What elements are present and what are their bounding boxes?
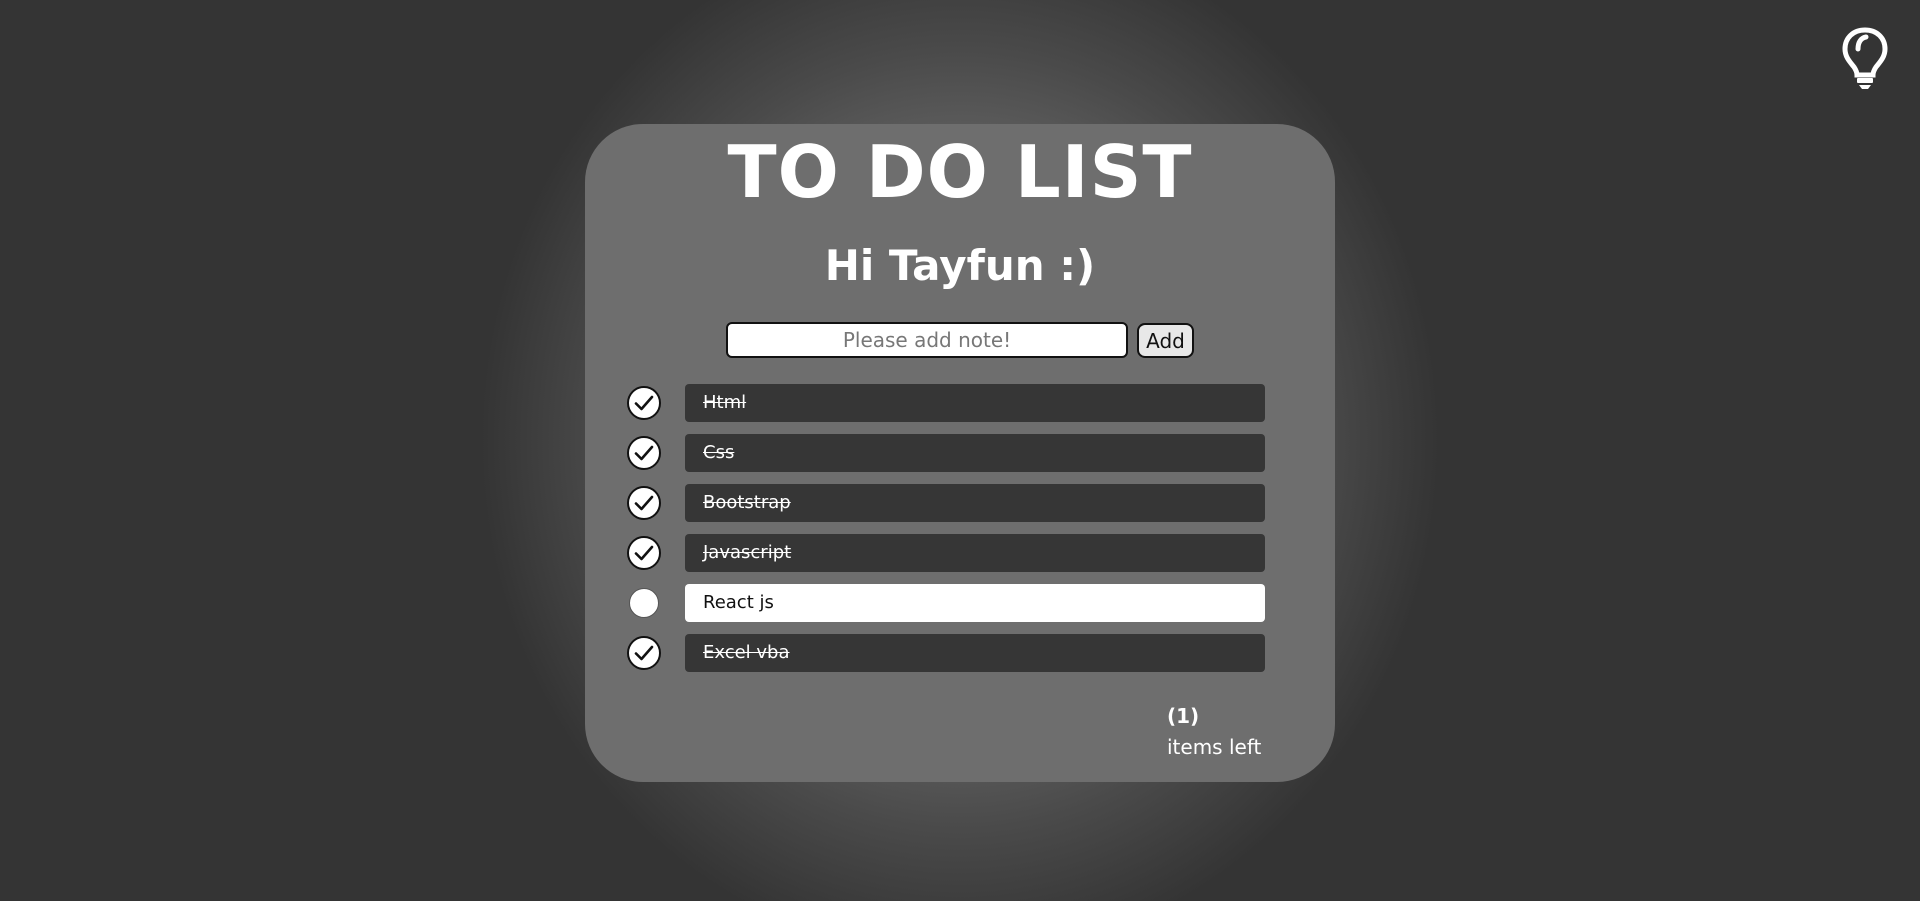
check-icon[interactable] bbox=[627, 386, 661, 420]
check-icon[interactable] bbox=[627, 436, 661, 470]
page-title: TO DO LIST bbox=[727, 130, 1193, 214]
lightbulb-icon[interactable] bbox=[1841, 26, 1889, 90]
empty-circle-icon[interactable] bbox=[629, 588, 659, 618]
todo-item: Excel vba bbox=[625, 634, 1265, 672]
check-icon[interactable] bbox=[627, 636, 661, 670]
todo-item-text[interactable]: Css bbox=[685, 434, 1265, 472]
greeting-text: Hi Tayfun :) bbox=[824, 241, 1096, 290]
todo-item-text[interactable]: Bootstrap bbox=[685, 484, 1265, 522]
todo-item: Bootstrap bbox=[625, 484, 1265, 522]
add-button[interactable]: Add bbox=[1137, 323, 1194, 358]
items-left-label: items left bbox=[1167, 735, 1262, 759]
todo-item: Css bbox=[625, 434, 1265, 472]
todo-item-text[interactable]: Html bbox=[685, 384, 1265, 422]
todo-item-text[interactable]: Excel vba bbox=[685, 634, 1265, 672]
items-left-count: (1) bbox=[1167, 704, 1200, 728]
todo-item-text[interactable]: React js bbox=[685, 584, 1265, 622]
todo-item: Javascript bbox=[625, 534, 1265, 572]
todo-item-text[interactable]: Javascript bbox=[685, 534, 1265, 572]
todo-item: Html bbox=[625, 384, 1265, 422]
note-input[interactable] bbox=[726, 322, 1128, 358]
check-icon[interactable] bbox=[627, 536, 661, 570]
check-icon[interactable] bbox=[627, 486, 661, 520]
todo-item: React js bbox=[625, 584, 1265, 622]
